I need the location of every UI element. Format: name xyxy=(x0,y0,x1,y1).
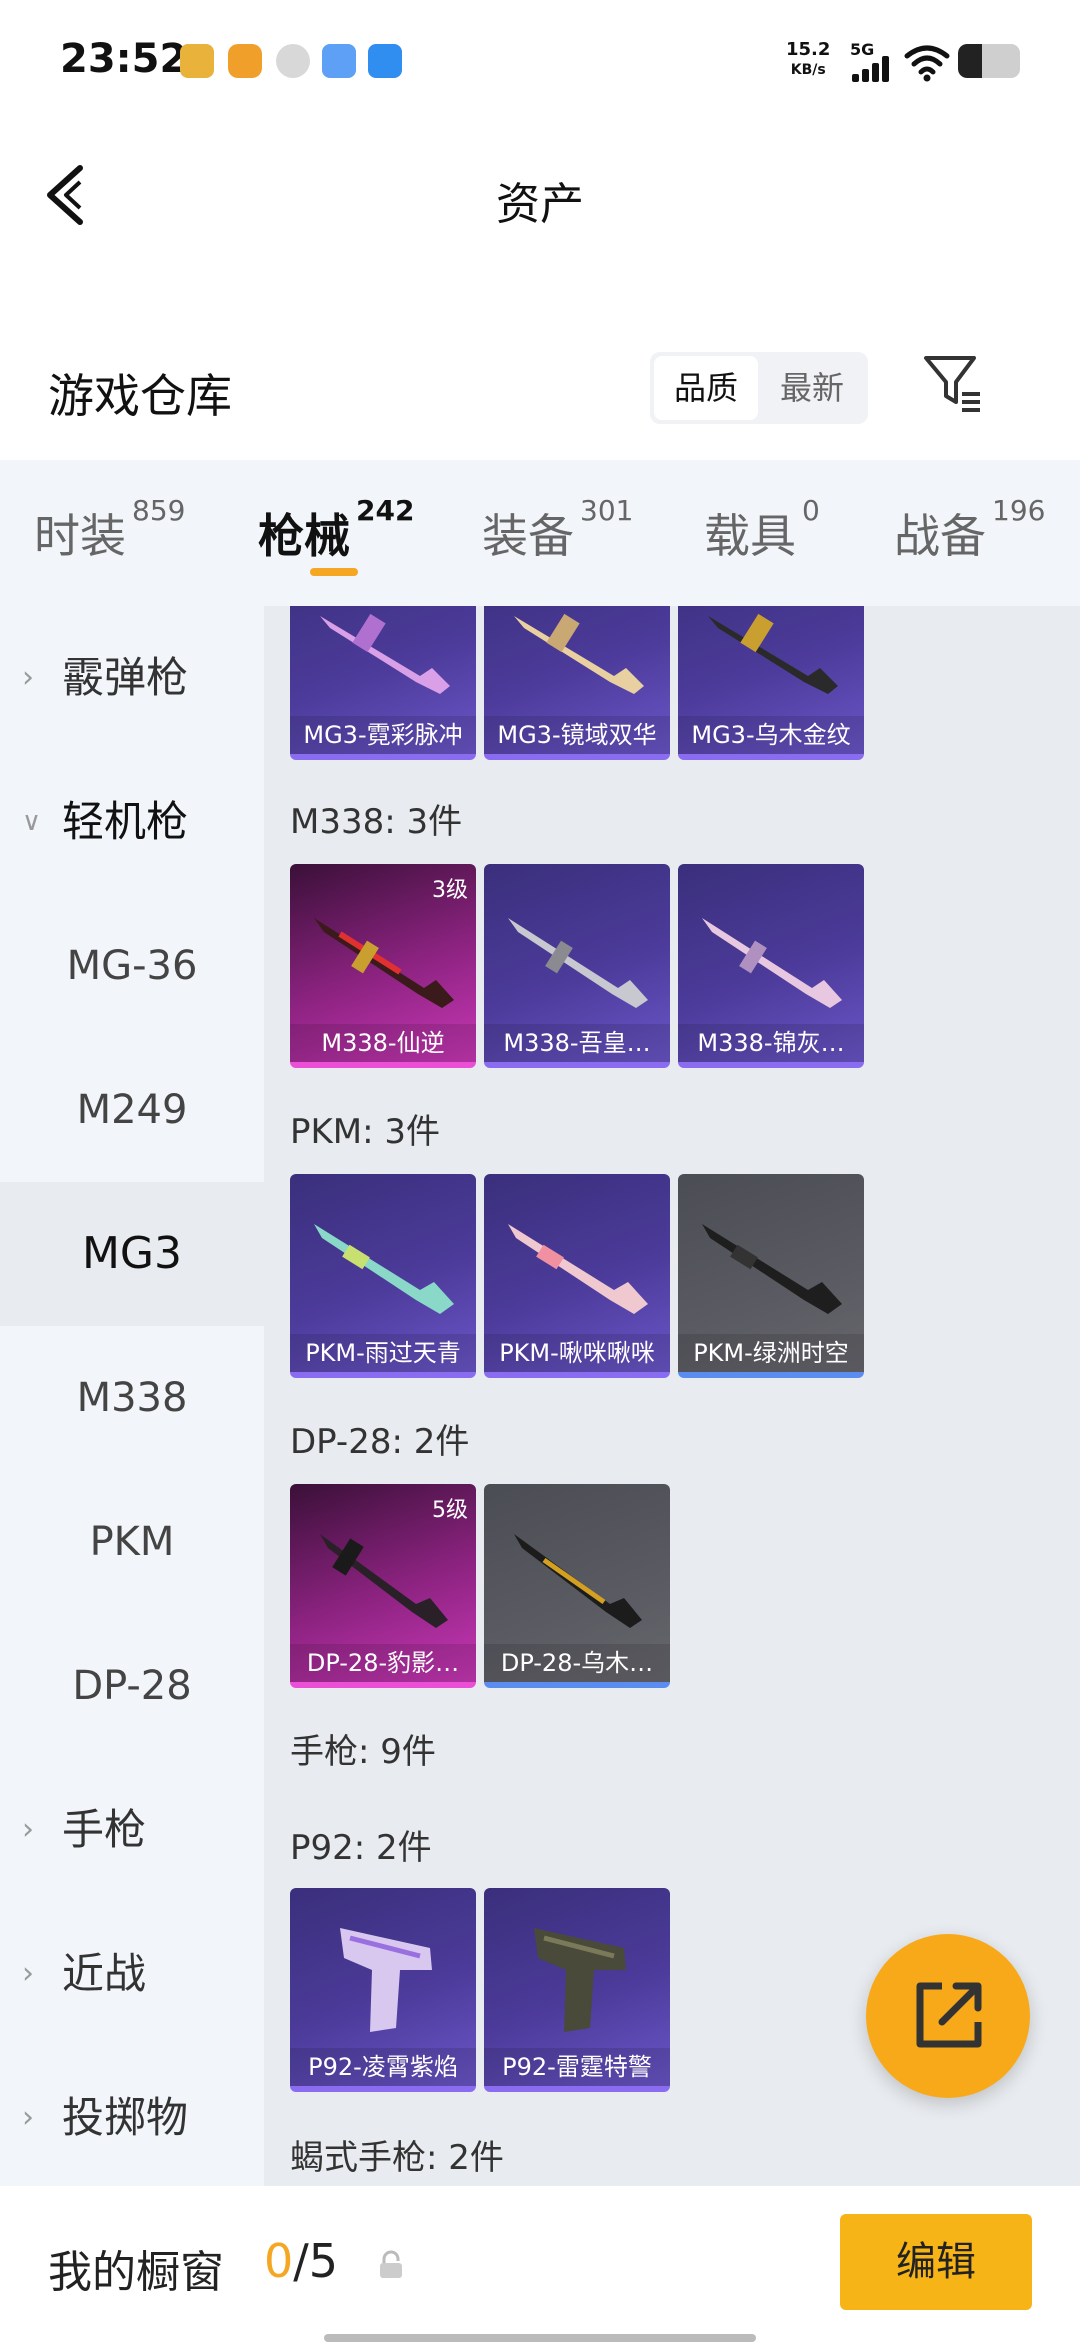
weapon-card[interactable]: PKM-啾咪啾咪 xyxy=(484,1174,670,1378)
home-indicator[interactable] xyxy=(324,2334,756,2342)
lmg-skin-image xyxy=(514,1534,642,1628)
app-notification-icon xyxy=(228,44,262,78)
lmg-skin-image xyxy=(508,918,648,1008)
weapon-card[interactable]: MG3-乌木金纹 xyxy=(678,606,864,760)
signal-icon xyxy=(852,56,898,82)
sidebar-item-lmg[interactable]: ∨ 轻机枪 xyxy=(0,750,264,894)
weapon-card[interactable]: 3级 M338-仙逆 xyxy=(290,864,476,1068)
app-notification-icon xyxy=(322,44,356,78)
battery-icon xyxy=(958,44,1020,78)
tab-vehicles[interactable]: 载具 0 xyxy=(704,494,820,566)
sort-newest-button[interactable]: 最新 xyxy=(760,352,864,424)
edit-button[interactable]: 编辑 xyxy=(840,2214,1032,2310)
sidebar-item-melee[interactable]: › 近战 xyxy=(0,1902,264,2046)
group-label-scorpion: 蝎式手枪: 2件 xyxy=(290,2138,504,2178)
weapon-card[interactable]: P92-凌霄紫焰 xyxy=(290,1888,476,2092)
weapon-card[interactable]: P92-雷霆特警 xyxy=(484,1888,670,2092)
pistol-skin-image xyxy=(534,1928,626,2032)
sidebar-item-throwable[interactable]: › 投掷物 xyxy=(0,2046,264,2190)
group-label-dp28: DP-28: 2件 xyxy=(290,1422,470,1462)
chevron-right-icon: › xyxy=(22,1812,34,1847)
filter-icon[interactable] xyxy=(922,352,984,414)
sidebar-item-mg36[interactable]: MG-36 xyxy=(0,894,264,1038)
tab-outfit[interactable]: 时装 859 xyxy=(34,494,185,566)
sidebar-item-shotgun[interactable]: › 霰弹枪 xyxy=(0,606,264,750)
chevron-right-icon: › xyxy=(22,660,34,695)
weapon-card[interactable]: PKM-雨过天青 xyxy=(290,1174,476,1378)
browser-notification-icon xyxy=(368,44,402,78)
group-label-m338: M338: 3件 xyxy=(290,802,463,842)
sidebar-item-pkm[interactable]: PKM xyxy=(0,1470,264,1614)
showcase-label: 我的橱窗 xyxy=(48,2247,224,2298)
page-title: 资产 xyxy=(496,179,584,230)
chevron-down-icon: ∨ xyxy=(22,807,42,837)
clock: 23:52 xyxy=(60,36,188,82)
lmg-skin-image xyxy=(702,918,842,1008)
weapon-card[interactable]: DP-28-乌木… xyxy=(484,1484,670,1688)
weapon-card[interactable]: PKM-绿洲时空 xyxy=(678,1174,864,1378)
showcase-bar: 我的橱窗 0/5 编辑 xyxy=(0,2186,1080,2344)
sidebar-item-pistol[interactable]: › 手枪 xyxy=(0,1758,264,1902)
status-bar: 23:52 15.2 KB/s 5G xyxy=(0,0,1080,120)
group-label-pkm: PKM: 3件 xyxy=(290,1112,441,1152)
tab-firearms[interactable]: 枪械 242 xyxy=(258,494,414,566)
weapon-card[interactable]: M338-吾皇… xyxy=(484,864,670,1068)
external-link-icon xyxy=(916,1982,982,2048)
lmg-skin-image xyxy=(314,1224,454,1314)
weapon-card[interactable]: MG3-镜域双华 xyxy=(484,606,670,760)
weapon-card[interactable]: M338-锦灰… xyxy=(678,864,864,1068)
network-speed: 15.2 KB/s xyxy=(786,39,831,79)
wifi-icon xyxy=(904,45,950,82)
sidebar-item-m249[interactable]: M249 xyxy=(0,1038,264,1182)
category-tabs: 时装 859 枪械 242 装备 301 载具 0 战备 196 xyxy=(0,460,1080,606)
sidebar-item-dp28[interactable]: DP-28 xyxy=(0,1614,264,1758)
lock-icon xyxy=(380,2250,402,2278)
lmg-skin-image xyxy=(702,1224,842,1314)
share-button[interactable] xyxy=(866,1934,1030,2098)
lmg-skin-image xyxy=(320,613,450,694)
weapon-card[interactable]: MG3-霓彩脉冲 xyxy=(290,606,476,760)
pistol-skin-image xyxy=(340,1928,432,2032)
group-label-p92: P92: 2件 xyxy=(290,1828,432,1868)
weapon-card[interactable]: 5级 DP-28-豹影… xyxy=(290,1484,476,1688)
app-notification-icon xyxy=(180,44,214,78)
group-label-pistol: 手枪: 9件 xyxy=(290,1732,436,1772)
sidebar-item-m338[interactable]: M338 xyxy=(0,1326,264,1470)
sort-toggle: 品质 最新 xyxy=(650,352,868,424)
chevron-right-icon: › xyxy=(22,2100,34,2135)
lmg-skin-image xyxy=(514,613,644,694)
active-tab-indicator xyxy=(310,568,358,576)
lmg-skin-image xyxy=(508,1224,648,1314)
sidebar-item-mg3[interactable]: MG3 xyxy=(0,1182,264,1326)
showcase-count: 0/5 xyxy=(264,2234,339,2288)
settings-notification-icon xyxy=(276,44,310,78)
tab-tactical[interactable]: 战备 196 xyxy=(894,494,1045,566)
tab-equipment[interactable]: 装备 301 xyxy=(482,494,633,566)
sort-quality-button[interactable]: 品质 xyxy=(654,356,758,420)
warehouse-title: 游戏仓库 xyxy=(48,369,232,423)
lmg-skin-image xyxy=(708,613,838,694)
chevron-right-icon: › xyxy=(22,1956,34,1991)
weapon-type-sidebar: › 霰弹枪 ∨ 轻机枪 MG-36 M249 MG3 M338 PKM DP-2… xyxy=(0,606,264,2186)
